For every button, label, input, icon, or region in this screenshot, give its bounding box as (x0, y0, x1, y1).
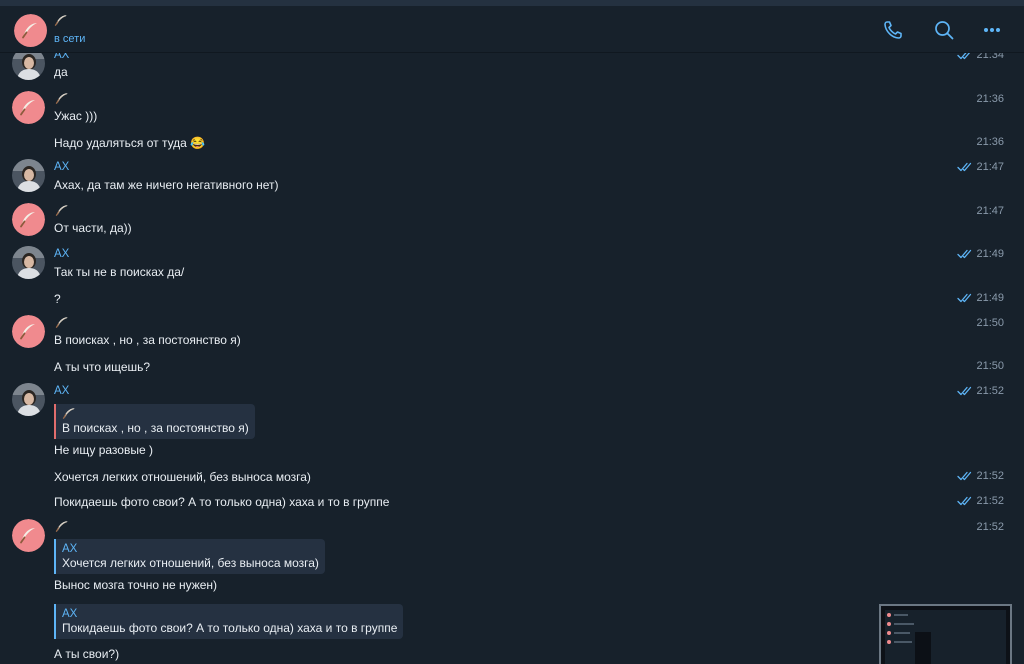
message-text: А ты свои?) (54, 647, 120, 661)
thumbnail-preview (885, 610, 1006, 664)
thumb-avatar (887, 631, 891, 635)
avatar[interactable] (12, 246, 45, 279)
thumb-line (894, 623, 914, 625)
reply-quote[interactable]: В поисках , но , за постоянство я) (54, 404, 255, 439)
feather-icon (55, 520, 69, 532)
message-time: 21:50 (976, 360, 1004, 372)
thumb-line (894, 632, 910, 634)
quote-text: Хочется легких отношений, без выноса моз… (62, 556, 319, 570)
reply-quote[interactable]: AX Хочется легких отношений, без выноса … (54, 539, 325, 574)
message-text: Покидаешь фото свои? А то только одна) х… (54, 495, 390, 509)
message-text: В поисках , но , за постоянство я) (54, 333, 241, 347)
feather-icon (55, 204, 69, 216)
message-text: Надо удаляться от туда 😂 (54, 136, 206, 150)
search-icon (935, 21, 954, 40)
message-time: 21:52 (957, 470, 1004, 482)
more-icon (984, 28, 1000, 32)
message-time: 21:36 (976, 93, 1004, 105)
thumb-avatar (887, 640, 891, 644)
chat-header: в сети (0, 6, 1024, 53)
message-text: Вынос мозга точно не нужен) (54, 578, 218, 592)
read-ticks-icon (957, 162, 973, 172)
read-ticks-icon (957, 293, 973, 303)
feather-icon (55, 316, 69, 328)
message-time: 21:52 (957, 495, 1004, 507)
thumb-line (894, 641, 912, 643)
feather-icon (62, 407, 76, 419)
avatar[interactable] (12, 159, 45, 192)
sender-name[interactable]: AX (54, 385, 69, 397)
read-ticks-icon (957, 386, 973, 396)
quote-sender: AX (62, 608, 78, 620)
avatar[interactable] (12, 315, 45, 348)
sender-name[interactable]: AX (54, 248, 69, 260)
search-button[interactable] (931, 17, 957, 43)
online-status: в сети (54, 33, 86, 45)
reply-quote[interactable]: AX Покидаешь фото свои? А то только одна… (54, 604, 404, 639)
message-text: Ахах, да там же ничего негативного нет) (54, 178, 279, 192)
message-text: А ты что ищешь? (54, 360, 151, 374)
call-button[interactable] (880, 17, 906, 43)
message-time: 21:34 (957, 53, 1004, 61)
quote-text: Покидаешь фото свои? А то только одна) х… (62, 621, 398, 635)
message-time: 21:52 (957, 385, 1004, 397)
chat-avatar[interactable] (14, 14, 48, 48)
message-text: ? (54, 292, 61, 306)
read-ticks-icon (957, 249, 973, 259)
message-time: 21:50 (976, 317, 1004, 329)
read-ticks-icon (957, 471, 973, 481)
message-text: Не ищу разовые ) (54, 443, 153, 457)
quote-sender: AX (62, 543, 78, 555)
message-text: Хочется легких отношений, без выноса моз… (54, 470, 311, 484)
quote-sender (62, 407, 249, 421)
avatar[interactable] (12, 91, 45, 124)
thumb-avatar (887, 622, 891, 626)
thumb-line (894, 614, 908, 616)
message-time: 21:52 (976, 521, 1004, 533)
avatar[interactable] (12, 53, 45, 80)
message-list[interactable]: AX да 21:34 Ужас ))) 21:36 Надо удалятьс… (0, 53, 1024, 664)
avatar[interactable] (12, 519, 45, 552)
feather-icon (55, 92, 69, 104)
phone-icon (884, 21, 902, 39)
more-button[interactable] (979, 17, 1005, 43)
feather-icon[interactable] (54, 14, 68, 29)
screenshot-thumbnail[interactable] (879, 604, 1012, 664)
message-text: да (54, 65, 68, 79)
quote-text: В поисках , но , за постоянство я) (62, 421, 249, 435)
message-time: 21:49 (957, 292, 1004, 304)
sender-name[interactable]: AX (54, 53, 69, 61)
sender-name[interactable]: AX (54, 161, 69, 173)
message-time: 21:47 (957, 161, 1004, 173)
avatar[interactable] (12, 383, 45, 416)
read-ticks-icon (957, 496, 973, 506)
thumb-panel (915, 632, 931, 664)
message-text: Так ты не в поисках да/ (54, 265, 185, 279)
read-ticks-icon (957, 53, 973, 60)
message-time: 21:47 (976, 205, 1004, 217)
avatar[interactable] (12, 203, 45, 236)
thumb-avatar (887, 613, 891, 617)
message-time: 21:36 (976, 136, 1004, 148)
message-text: Ужас ))) (54, 109, 98, 123)
message-text: От части, да)) (54, 221, 132, 235)
message-time: 21:49 (957, 248, 1004, 260)
